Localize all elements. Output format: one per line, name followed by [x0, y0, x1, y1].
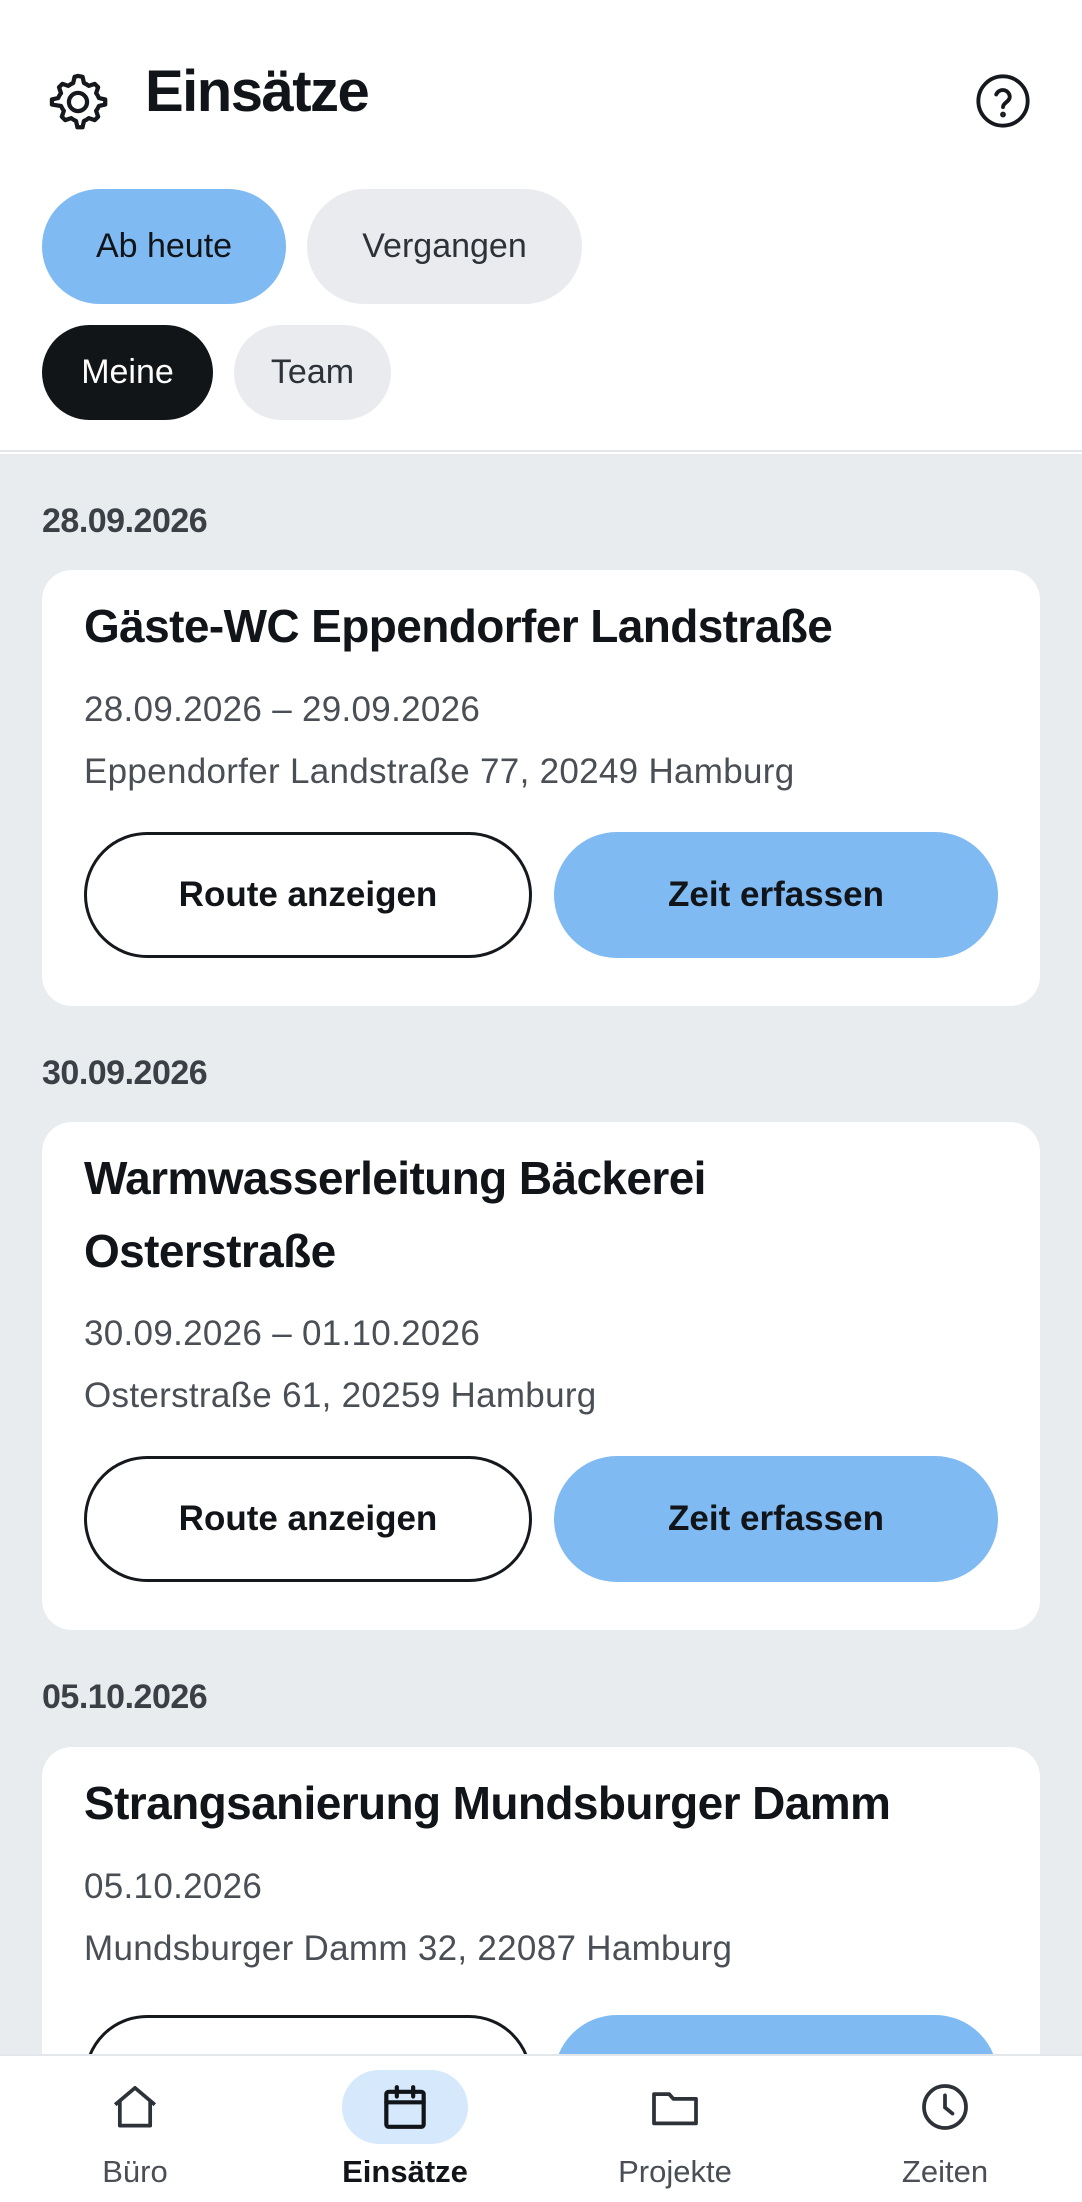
assignment-dates: 28.09.2026 – 29.09.2026	[84, 690, 481, 729]
nav-icon-container	[342, 2070, 468, 2144]
nav-label: Zeiten	[901, 2154, 989, 2189]
help-icon[interactable]	[974, 72, 1032, 130]
nav-icon-container	[882, 2070, 1008, 2144]
filter-chip-team[interactable]: Team	[234, 325, 391, 420]
assignment-title: Gäste-WC Eppendorfer Landstraße	[84, 600, 833, 652]
nav-label: Büro	[102, 2154, 168, 2189]
route-button[interactable]: Route anzeigen	[84, 832, 532, 958]
assignment-title: Strangsanierung Mundsburger Damm	[84, 1777, 891, 1829]
assignment-dates: 05.10.2026	[84, 1867, 263, 1906]
assignment-title: Warmwasserleitung Bäckerei Osterstraße	[84, 1142, 1004, 1288]
filter-chip-ab-heute[interactable]: Ab heute	[42, 189, 286, 304]
date-header: 28.09.2026	[42, 502, 208, 540]
header: Einsätze Ab heute Vergangen Meine Team	[0, 0, 1082, 452]
folder-icon	[652, 2092, 698, 2126]
app-screen: Einsätze Ab heute Vergangen Meine Team 2…	[0, 0, 1082, 2202]
page-title: Einsätze	[145, 59, 370, 124]
assignment-address: Mundsburger Damm 32, 22087 Hamburg	[84, 1929, 733, 1968]
clock-icon	[922, 2084, 968, 2130]
nav-item-einsaetze[interactable]: Einsätze	[270, 2056, 540, 2202]
nav-label: Einsätze	[342, 2154, 468, 2189]
assignment-address: Eppendorfer Landstraße 77, 20249 Hamburg	[84, 752, 795, 791]
route-button[interactable]: Route anzeigen	[84, 1456, 532, 1582]
assignment-dates: 30.09.2026 – 01.10.2026	[84, 1314, 481, 1353]
nav-item-buero[interactable]: Büro	[0, 2056, 270, 2202]
nav-item-zeiten[interactable]: Zeiten	[810, 2056, 1080, 2202]
bottom-nav: Büro Einsätze Projekte Zeiten	[0, 2054, 1082, 2202]
assignment-list[interactable]: 28.09.2026 Gäste-WC Eppendorfer Landstra…	[0, 454, 1082, 2167]
nav-icon-container	[612, 2070, 738, 2144]
filter-chip-vergangen[interactable]: Vergangen	[307, 189, 582, 304]
assignment-card[interactable]: Warmwasserleitung Bäckerei Osterstraße 3…	[42, 1122, 1040, 1630]
date-header: 05.10.2026	[42, 1678, 208, 1716]
record-time-button[interactable]: Zeit erfassen	[554, 1456, 998, 1582]
nav-label: Projekte	[618, 2154, 732, 2189]
assignment-address: Osterstraße 61, 20259 Hamburg	[84, 1376, 597, 1415]
nav-item-projekte[interactable]: Projekte	[540, 2056, 810, 2202]
assignment-title-line: Warmwasserleitung Bäckerei	[84, 1152, 706, 1204]
home-icon	[113, 2086, 157, 2128]
assignment-title-line: Osterstraße	[84, 1225, 336, 1277]
assignment-card[interactable]: Gäste-WC Eppendorfer Landstraße 28.09.20…	[42, 570, 1040, 1006]
nav-icon-container	[72, 2070, 198, 2144]
date-header: 30.09.2026	[42, 1054, 208, 1092]
record-time-button[interactable]: Zeit erfassen	[554, 832, 998, 958]
filter-chip-meine[interactable]: Meine	[42, 325, 213, 420]
gear-icon[interactable]	[44, 68, 112, 136]
calendar-icon	[384, 2085, 426, 2129]
